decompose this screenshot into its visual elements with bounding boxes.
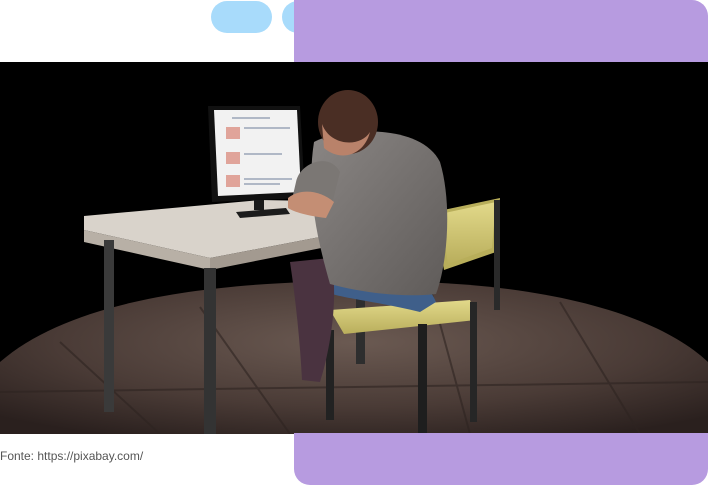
image-source-caption: Fonte: https://pixabay.com/ xyxy=(0,449,144,463)
decor-banner-bottom xyxy=(294,433,708,485)
illustration-image xyxy=(0,62,708,434)
decor-banner-top xyxy=(294,0,708,62)
decor-pill-small xyxy=(211,1,272,33)
